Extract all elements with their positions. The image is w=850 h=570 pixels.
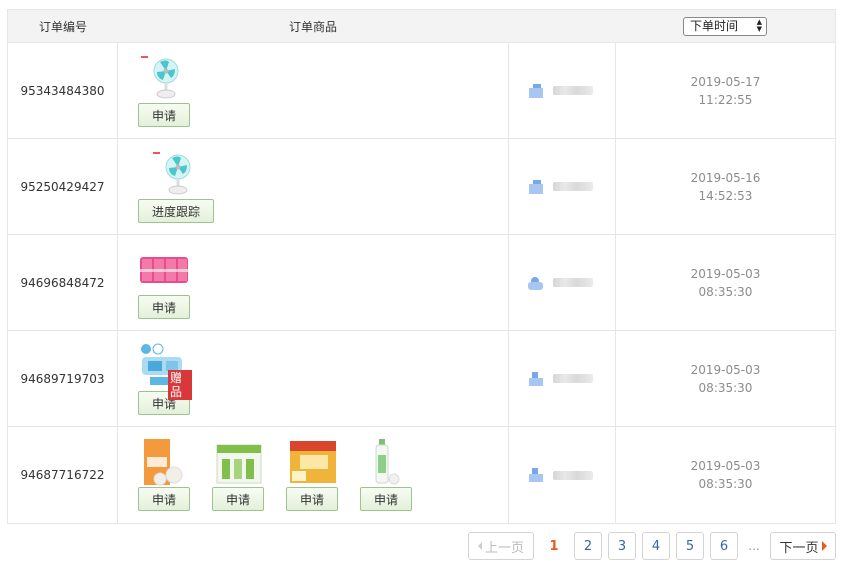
order-time: 2019-05-03 08:35:30 bbox=[616, 235, 835, 330]
user-icon bbox=[529, 179, 543, 194]
user-icon bbox=[529, 371, 543, 386]
user-cell bbox=[509, 331, 616, 426]
product-item: 申请 bbox=[138, 245, 192, 330]
order-number-header: 订单编号 bbox=[38, 19, 87, 34]
blurred-username bbox=[553, 374, 593, 383]
green-box-product-image[interactable] bbox=[212, 437, 266, 487]
pagination-ellipsis: ... bbox=[748, 539, 760, 553]
product-item: 申请 bbox=[360, 437, 414, 523]
table-row: 94689719703 赠品 申请 2019-05-03 08:35:30 bbox=[8, 331, 835, 427]
order-clock: 14:52:53 bbox=[698, 188, 753, 203]
order-date: 2019-05-03 bbox=[690, 459, 761, 473]
next-page-label: 下一页 bbox=[779, 540, 819, 556]
page-5[interactable]: 5 bbox=[676, 532, 704, 560]
user-info bbox=[527, 83, 593, 98]
table-row: 94696848472 申请 2019-05-03 08:35:30 bbox=[8, 235, 835, 331]
apply-button[interactable]: 申请 bbox=[212, 487, 265, 511]
order-number: 95250429427 bbox=[8, 139, 118, 234]
prev-page-button[interactable]: 上一页 bbox=[468, 532, 534, 560]
order-clock: 08:35:30 bbox=[698, 380, 753, 395]
user-info bbox=[527, 179, 593, 194]
blurred-username bbox=[553, 278, 593, 287]
order-clock: 08:35:30 bbox=[698, 284, 753, 299]
apply-button[interactable]: 申请 bbox=[360, 487, 413, 511]
product-item: 进度跟踪 bbox=[138, 149, 215, 234]
page-2[interactable]: 2 bbox=[574, 532, 602, 560]
user-icon bbox=[529, 83, 543, 98]
order-time: 2019-05-03 08:35:30 bbox=[616, 427, 835, 523]
chevron-right-icon bbox=[821, 541, 827, 551]
apply-button[interactable]: 申请 bbox=[286, 487, 339, 511]
order-goods-header: 订单商品 bbox=[288, 19, 337, 34]
order-number: 94687716722 bbox=[8, 427, 118, 523]
apply-button[interactable]: 申请 bbox=[138, 103, 191, 127]
next-page-button[interactable]: 下一页 bbox=[770, 532, 836, 560]
order-time: 2019-05-16 14:52:53 bbox=[616, 139, 835, 234]
pink-packs-product-image[interactable] bbox=[138, 245, 192, 295]
order-clock: 11:22:55 bbox=[698, 92, 753, 107]
orders-table: 订单编号 订单商品 下单时间 ▲ ▼ 95343484380 申请 2019-0… bbox=[7, 9, 836, 524]
pagination: 上一页 1 2 3 4 5 6 ... 下一页 bbox=[468, 532, 836, 560]
order-goods: 进度跟踪 bbox=[118, 139, 509, 234]
product-item: 申请 bbox=[212, 437, 266, 523]
apply-button[interactable]: 申请 bbox=[138, 295, 191, 319]
order-date: 2019-05-17 bbox=[690, 74, 761, 89]
select-arrows-icon: ▲ ▼ bbox=[756, 17, 762, 33]
gift-tag: 赠品 bbox=[168, 370, 192, 400]
product-item: 申请 bbox=[138, 53, 192, 138]
user-icon bbox=[529, 468, 543, 482]
prev-page-label: 上一页 bbox=[484, 540, 524, 556]
order-date: 2019-05-16 bbox=[690, 170, 761, 185]
orange-tissue-product-image[interactable] bbox=[138, 437, 192, 487]
yellow-box-product-image[interactable] bbox=[286, 437, 340, 487]
chevron-left-icon bbox=[477, 542, 482, 550]
order-date: 2019-05-03 bbox=[690, 362, 761, 377]
page-1[interactable]: 1 bbox=[540, 532, 568, 560]
time-header: 下单时间 ▲ ▼ bbox=[615, 16, 835, 36]
order-goods: 申请 申请 申请 申请 bbox=[118, 427, 509, 523]
order-goods: 赠品 申请 bbox=[118, 331, 509, 426]
table-row: 94687716722 申请 申请 申请 申请 2019-05-03 08:35… bbox=[8, 427, 835, 523]
order-time-select[interactable]: 下单时间 ▲ ▼ bbox=[683, 16, 767, 36]
order-date: 2019-05-03 bbox=[690, 266, 761, 281]
blurred-username bbox=[553, 182, 593, 191]
blurred-username bbox=[553, 86, 593, 95]
user-info bbox=[527, 276, 593, 290]
table-header: 订单编号 订单商品 下单时间 ▲ ▼ bbox=[8, 10, 835, 43]
order-clock: 08:35:30 bbox=[698, 477, 753, 491]
product-item: 申请 bbox=[286, 437, 340, 523]
order-goods: 申请 bbox=[118, 235, 509, 330]
blue-gift-product-image[interactable]: 赠品 bbox=[138, 341, 192, 400]
progress-tracking-button[interactable]: 进度跟踪 bbox=[138, 199, 215, 223]
blurred-username bbox=[553, 470, 593, 480]
order-number: 94696848472 bbox=[8, 235, 118, 330]
order-time: 2019-05-17 11:22:55 bbox=[616, 43, 835, 138]
order-time: 2019-05-03 08:35:30 bbox=[616, 331, 835, 426]
order-number: 95343484380 bbox=[8, 43, 118, 138]
fan-product-image[interactable] bbox=[138, 149, 192, 199]
user-cell bbox=[509, 427, 616, 523]
user-info bbox=[527, 468, 593, 482]
product-item: 申请 bbox=[138, 437, 192, 523]
user-cell bbox=[509, 235, 616, 330]
user-icon bbox=[528, 276, 543, 290]
order-goods: 申请 bbox=[118, 43, 509, 138]
order-number: 94689719703 bbox=[8, 331, 118, 426]
page-4[interactable]: 4 bbox=[642, 532, 670, 560]
table-row: 95250429427 进度跟踪 2019-05-16 14:52:53 bbox=[8, 139, 835, 235]
order-time-select-label: 下单时间 bbox=[690, 18, 739, 33]
user-info bbox=[527, 371, 593, 386]
page-3[interactable]: 3 bbox=[608, 532, 636, 560]
bottle-product-image[interactable] bbox=[360, 437, 414, 487]
apply-button[interactable]: 申请 bbox=[138, 487, 191, 511]
page-6[interactable]: 6 bbox=[710, 532, 738, 560]
product-item: 赠品 申请 bbox=[138, 341, 192, 426]
user-cell bbox=[509, 43, 616, 138]
fan-product-image[interactable] bbox=[138, 53, 192, 103]
user-cell bbox=[509, 139, 616, 234]
table-row: 95343484380 申请 2019-05-17 11:22:55 bbox=[8, 43, 835, 139]
